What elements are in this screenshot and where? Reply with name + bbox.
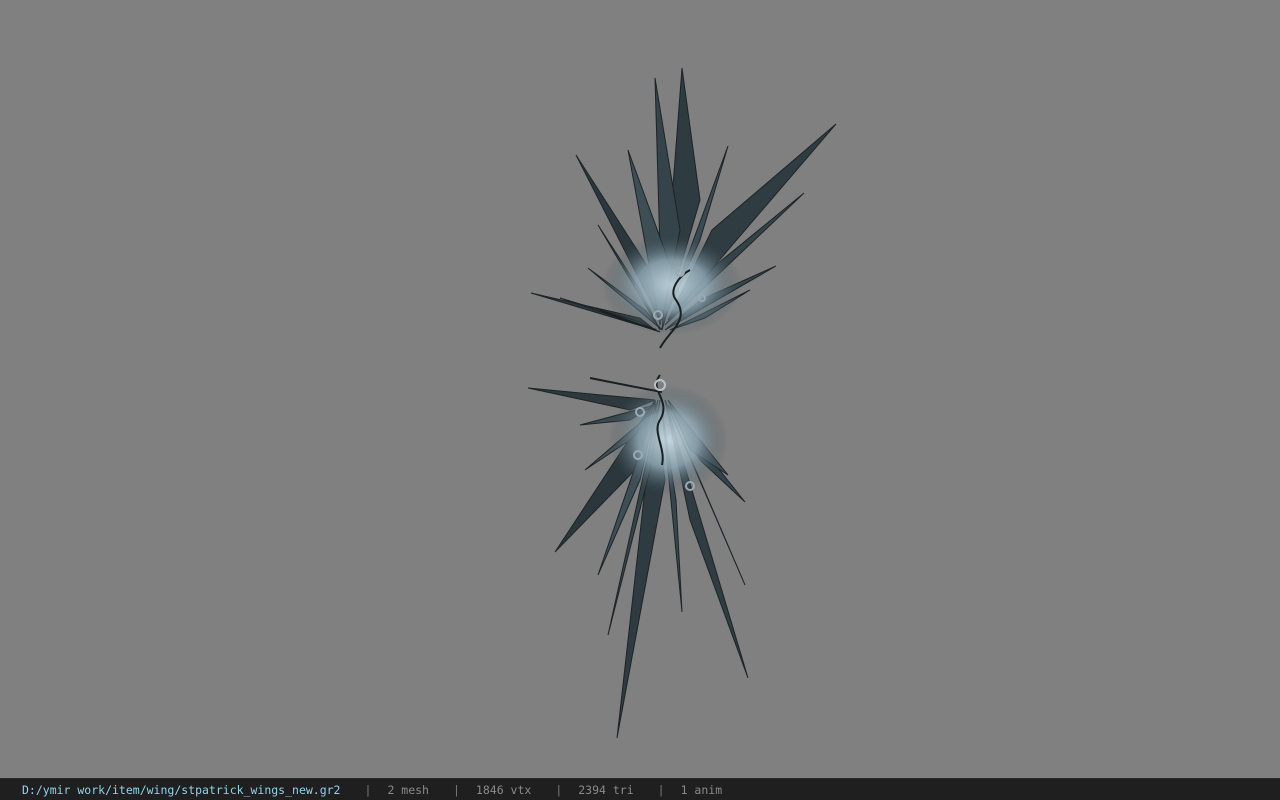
vertex-count-label: 1846 vtx — [475, 782, 532, 797]
anim-count-label: 1 anim — [680, 782, 723, 797]
status-bar: D:/ymir work/item/wing/stpatrick_wings_n… — [0, 778, 1280, 800]
triangle-count-label: 2394 tri — [578, 782, 634, 797]
separator: | — [657, 782, 665, 797]
file-path-label: D:/ymir work/item/wing/stpatrick_wings_n… — [22, 782, 341, 797]
separator: | — [452, 782, 460, 797]
3d-viewport[interactable] — [0, 0, 1280, 778]
mesh-count-label: 2 mesh — [387, 782, 429, 797]
separator: | — [364, 782, 372, 797]
wing-model — [527, 67, 837, 739]
separator: | — [555, 782, 563, 797]
